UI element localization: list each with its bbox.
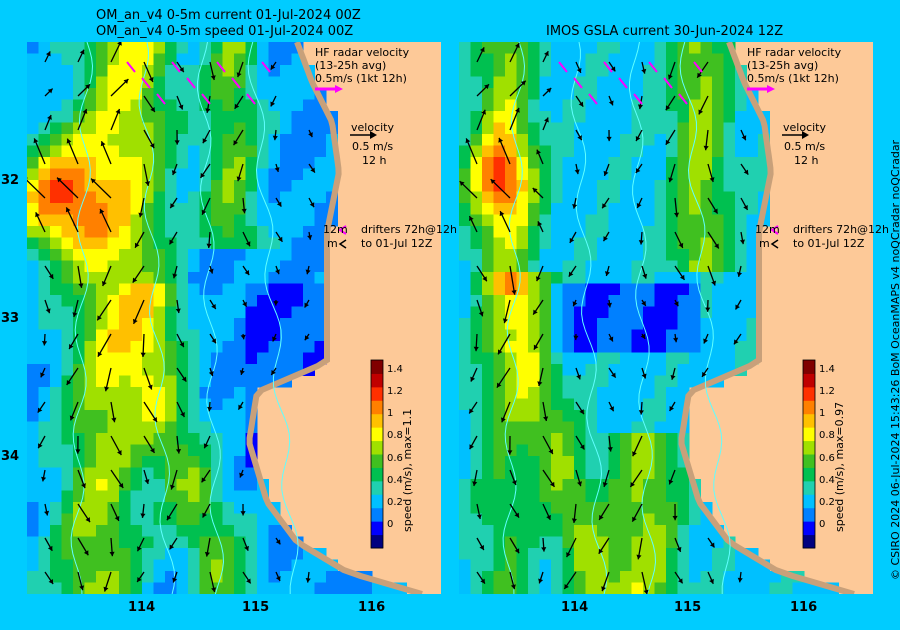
lat-tick-34: 34	[1, 449, 20, 464]
velocity-time-right: 12 h	[794, 154, 819, 167]
velocity-scale-left: 0.5 m/s	[352, 140, 394, 153]
right-title: IMOS GSLA current 30-Jun-2024 12Z	[546, 24, 784, 39]
left-colorbar	[370, 359, 384, 549]
hf-radar-scale-right: 0.5m/s (1kt 12h)	[747, 72, 839, 85]
lat-tick-32: 32	[1, 173, 20, 188]
lat-tick-33: 33	[1, 311, 20, 326]
colorbar-label-left: speed (m/s), max=1.1	[401, 408, 414, 532]
hf-radar-title-left: HF radar velocity	[315, 46, 410, 59]
hf-radar-avg-right: (13-25h avg)	[747, 59, 819, 72]
left-title-line1: OM_an_v4 0-5m current 01-Jul-2024 00Z	[96, 8, 361, 23]
velocity-title-left: velocity	[351, 121, 394, 134]
drifters-time-left: to 01-Jul 12Z	[361, 237, 433, 250]
lon-tick-116-left: 116	[358, 600, 386, 615]
left-title-line2: OM_an_v4 0-5m speed 01-Jul-2024 00Z	[96, 24, 354, 39]
colorbar-tick-label: 1	[819, 408, 826, 419]
velocity-scale-right: 0.5 m/s	[784, 140, 826, 153]
lon-tick-114-left: 114	[128, 600, 156, 615]
drifters-title-right: drifters 72h@12h	[793, 223, 890, 236]
colorbar-tick-label: 1.2	[819, 386, 835, 397]
right-colorbar	[802, 359, 816, 549]
colorbar-tick-label: 1	[387, 408, 394, 419]
colorbar-tick-label: 1.2	[387, 386, 403, 397]
lon-tick-116-right: 116	[790, 600, 818, 615]
colorbar-tick-label: 1.4	[387, 364, 403, 375]
credit-text: © CSIRO 2024 06-Jul-2024 15:43:26 BoM Oc…	[889, 139, 900, 580]
drifters-title-left: drifters 72h@12h	[361, 223, 458, 236]
lon-tick-115-left: 115	[242, 600, 270, 615]
drifters-depth-right: 12m	[755, 223, 780, 236]
drifters-unit-left: m	[327, 237, 338, 250]
colorbar-tick-label: 0	[819, 519, 826, 530]
lon-tick-115-right: 115	[674, 600, 702, 615]
drifters-unit-right: m	[759, 237, 770, 250]
drifters-time-right: to 01-Jul 12Z	[793, 237, 865, 250]
velocity-title-right: velocity	[783, 121, 826, 134]
lon-tick-114-right: 114	[561, 600, 589, 615]
hf-radar-title-right: HF radar velocity	[747, 46, 842, 59]
colorbar-tick-label: 0	[387, 519, 394, 530]
colorbar-tick-label: 1.4	[819, 364, 835, 375]
drifters-depth-left: 12m	[323, 223, 348, 236]
hf-radar-avg-left: (13-25h avg)	[315, 59, 387, 72]
hf-radar-scale-left: 0.5m/s (1kt 12h)	[315, 72, 407, 85]
velocity-time-left: 12 h	[362, 154, 387, 167]
colorbar-label-right: speed (m/s), max=0.97	[833, 401, 846, 532]
